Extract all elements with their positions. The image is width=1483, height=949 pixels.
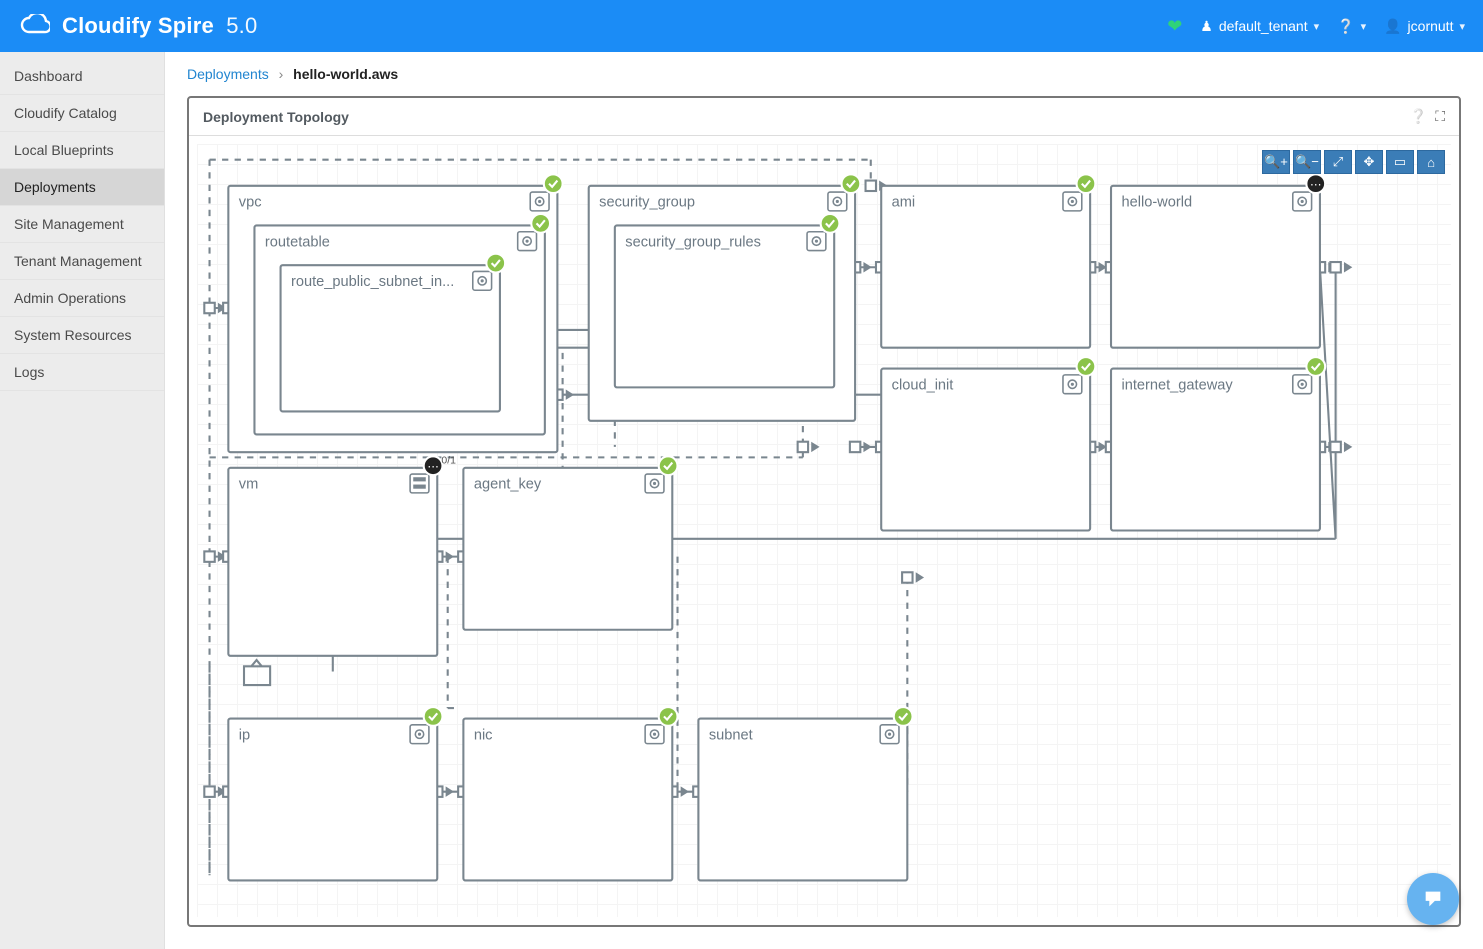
help-icon: ❔: [1337, 18, 1354, 35]
select-button[interactable]: ▭: [1386, 150, 1414, 174]
reset-button[interactable]: ⌂: [1417, 150, 1445, 174]
svg-text:agent_key: agent_key: [474, 477, 542, 493]
fit-button[interactable]: ⤢: [1324, 150, 1352, 174]
pan-button[interactable]: ✥: [1355, 150, 1383, 174]
user-menu[interactable]: 👤 jcornutt: [1384, 18, 1465, 35]
svg-text:ami: ami: [892, 195, 916, 211]
breadcrumb: Deployments › hello-world.aws: [165, 52, 1483, 96]
widget-help-icon[interactable]: ❔: [1410, 108, 1427, 125]
node-agent_key[interactable]: agent_key: [463, 456, 677, 629]
brand-version: 5.0: [226, 13, 257, 38]
sidebar-item-local-blueprints[interactable]: Local Blueprints: [0, 132, 164, 169]
node-hello_world[interactable]: hello-world ⋯: [1111, 174, 1325, 347]
tenant-label: default_tenant: [1219, 18, 1308, 34]
brand-main: Cloudify Spire: [62, 13, 214, 38]
sidebar-item-site-management[interactable]: Site Management: [0, 206, 164, 243]
sidebar-item-cloudify-catalog[interactable]: Cloudify Catalog: [0, 95, 164, 132]
tenant-icon: ♟: [1200, 18, 1213, 35]
node-cloud_init[interactable]: cloud_init: [881, 357, 1095, 530]
node-vm[interactable]: vm ⋯0/1: [228, 456, 456, 656]
zoom-out-button[interactable]: 🔍−: [1293, 150, 1321, 174]
sidebar-item-tenant-management[interactable]: Tenant Management: [0, 243, 164, 280]
node-security_group_rules[interactable]: security_group_rules: [615, 214, 840, 387]
node-security_group[interactable]: security_group security_group_rules: [589, 174, 861, 421]
node-internet_gateway[interactable]: internet_gateway: [1111, 357, 1325, 530]
sidebar-item-dashboard[interactable]: Dashboard: [0, 58, 164, 95]
help-fab[interactable]: [1407, 873, 1459, 925]
svg-text:routetable: routetable: [265, 234, 330, 250]
node-vpc[interactable]: vpc routetable route_public_subnet_in...: [228, 174, 562, 452]
svg-text:subnet: subnet: [709, 727, 753, 743]
topology-widget: Deployment Topology ❔ ⛶ 🔍+ 🔍− ⤢ ✥ ▭ ⌂ vp…: [187, 96, 1461, 927]
main-area: DashboardCloudify CatalogLocal Blueprint…: [0, 52, 1483, 949]
node-subnet[interactable]: subnet: [698, 707, 912, 880]
node-ami[interactable]: ami: [881, 174, 1095, 347]
sidebar-item-logs[interactable]: Logs: [0, 354, 164, 391]
svg-text:vpc: vpc: [239, 195, 262, 211]
health-icon[interactable]: ❤: [1167, 16, 1182, 37]
svg-text:internet_gateway: internet_gateway: [1121, 377, 1233, 393]
topology-canvas[interactable]: 🔍+ 🔍− ⤢ ✥ ▭ ⌂ vpc routetable route_public_…: [197, 144, 1451, 917]
svg-text:nic: nic: [474, 727, 493, 743]
svg-text:security_group: security_group: [599, 195, 695, 211]
tenant-menu[interactable]: ♟ default_tenant: [1200, 18, 1319, 35]
svg-text:hello-world: hello-world: [1121, 195, 1192, 211]
help-menu[interactable]: ❔: [1337, 18, 1366, 35]
sidebar-item-admin-operations[interactable]: Admin Operations: [0, 280, 164, 317]
svg-text:cloud_init: cloud_init: [892, 377, 954, 393]
svg-text:vm: vm: [239, 477, 258, 493]
sidebar-item-deployments[interactable]: Deployments: [0, 169, 164, 206]
svg-text:0/1: 0/1: [441, 456, 456, 467]
widget-header: Deployment Topology ❔ ⛶: [189, 98, 1459, 136]
brand: Cloudify Spire 5.0: [62, 13, 257, 39]
breadcrumb-current: hello-world.aws: [293, 66, 398, 82]
user-icon: 👤: [1384, 18, 1401, 35]
zoom-in-button[interactable]: 🔍+: [1262, 150, 1290, 174]
cloudify-logo-icon: [18, 9, 52, 43]
breadcrumb-root[interactable]: Deployments: [187, 66, 269, 82]
canvas-toolbar: 🔍+ 🔍− ⤢ ✥ ▭ ⌂: [1262, 150, 1445, 174]
svg-text:⋯: ⋯: [427, 461, 438, 473]
svg-text:ip: ip: [239, 727, 250, 743]
breadcrumb-sep: ›: [279, 66, 284, 82]
user-label: jcornutt: [1408, 18, 1454, 34]
svg-text:security_group_rules: security_group_rules: [625, 234, 761, 250]
node-routetable[interactable]: routetable route_public_subnet_in...: [254, 214, 550, 434]
content: Deployments › hello-world.aws Deployment…: [165, 52, 1483, 949]
widget-title: Deployment Topology: [203, 109, 349, 125]
sidebar: DashboardCloudify CatalogLocal Blueprint…: [0, 52, 165, 949]
node-route_public_subnet_in[interactable]: route_public_subnet_in...: [281, 254, 506, 412]
node-ip[interactable]: ip: [228, 707, 442, 880]
sidebar-item-system-resources[interactable]: System Resources: [0, 317, 164, 354]
node-nic[interactable]: nic: [463, 707, 677, 880]
svg-text:⋯: ⋯: [1310, 179, 1321, 191]
topbar: Cloudify Spire 5.0 ❤ ♟ default_tenant ❔ …: [0, 0, 1483, 52]
widget-expand-icon[interactable]: ⛶: [1435, 108, 1445, 125]
svg-text:route_public_subnet_in...: route_public_subnet_in...: [291, 274, 454, 290]
